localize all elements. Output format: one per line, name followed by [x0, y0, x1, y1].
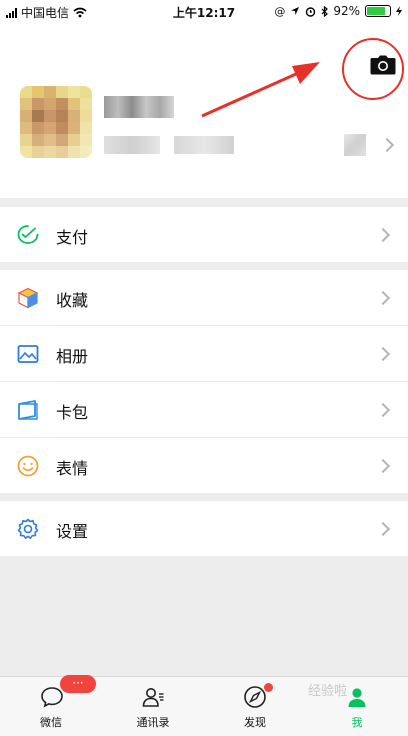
menu-item-album[interactable]: 相册	[0, 326, 408, 381]
gear-icon	[17, 518, 39, 539]
alarm-icon	[306, 6, 316, 17]
chevron-right-icon	[375, 521, 391, 537]
location-icon	[291, 7, 300, 15]
qr-code-icon[interactable]	[344, 134, 366, 156]
chevron-right-icon	[375, 458, 391, 474]
contacts-icon	[142, 688, 164, 707]
avatar[interactable]	[20, 86, 92, 158]
tab-contacts[interactable]: 通讯录	[102, 677, 204, 736]
chevron-right-icon	[375, 402, 391, 418]
battery-icon	[365, 5, 391, 17]
menu-label-settings: 设置	[56, 522, 89, 541]
menu-item-favorites[interactable]: 收藏	[0, 270, 408, 325]
blurred-nickname	[104, 96, 174, 118]
smile-icon	[17, 455, 39, 477]
image-icon	[17, 345, 39, 363]
blurred-wechat-id-2	[174, 136, 234, 154]
watermark: 经验啦	[308, 684, 348, 699]
tab-label-contacts: 通讯录	[136, 716, 170, 729]
battery-fill	[367, 7, 386, 15]
menu-item-settings[interactable]: 设置	[0, 501, 408, 556]
status-bar: 中国电信 上午12:17 @ 92%	[0, 0, 408, 22]
tab-chats[interactable]: ··· 微信	[0, 675, 102, 736]
chevron-right-icon	[375, 290, 391, 306]
camera-icon[interactable]	[370, 55, 396, 75]
menu-item-pay[interactable]: 支付	[0, 207, 408, 262]
bluetooth-icon	[321, 5, 329, 17]
annotation-arrow	[201, 62, 320, 118]
menu-item-stickers[interactable]: 表情	[0, 438, 408, 493]
battery-percent: 92%	[333, 4, 360, 18]
chevron-right-icon	[375, 346, 391, 362]
menu-label-pay: 支付	[56, 228, 89, 247]
chevron-right-icon	[375, 227, 391, 243]
at-icon: @	[274, 4, 286, 18]
tab-label-chats: 微信	[40, 716, 62, 729]
cube-icon	[17, 287, 39, 309]
tab-label-me: 我	[351, 716, 363, 729]
menu-label-cards: 卡包	[56, 403, 89, 422]
menu-label-favorites: 收藏	[56, 291, 89, 310]
wechat-pay-icon	[17, 225, 39, 244]
menu-label-album: 相册	[56, 347, 89, 366]
person-icon	[348, 688, 366, 707]
status-right: @ 92%	[274, 4, 402, 18]
profile-header[interactable]	[0, 22, 408, 198]
menu-label-stickers: 表情	[56, 459, 89, 478]
notification-dot	[264, 683, 273, 692]
unread-badge: ···	[60, 675, 96, 693]
tab-label-discover: 发现	[244, 716, 266, 729]
blurred-wechat-id	[104, 136, 160, 154]
tab-discover[interactable]: 发现	[204, 677, 306, 736]
card-icon	[18, 400, 38, 420]
charging-icon	[396, 6, 402, 16]
chevron-right-icon	[379, 137, 395, 153]
menu-item-cards[interactable]: 卡包	[0, 382, 408, 437]
